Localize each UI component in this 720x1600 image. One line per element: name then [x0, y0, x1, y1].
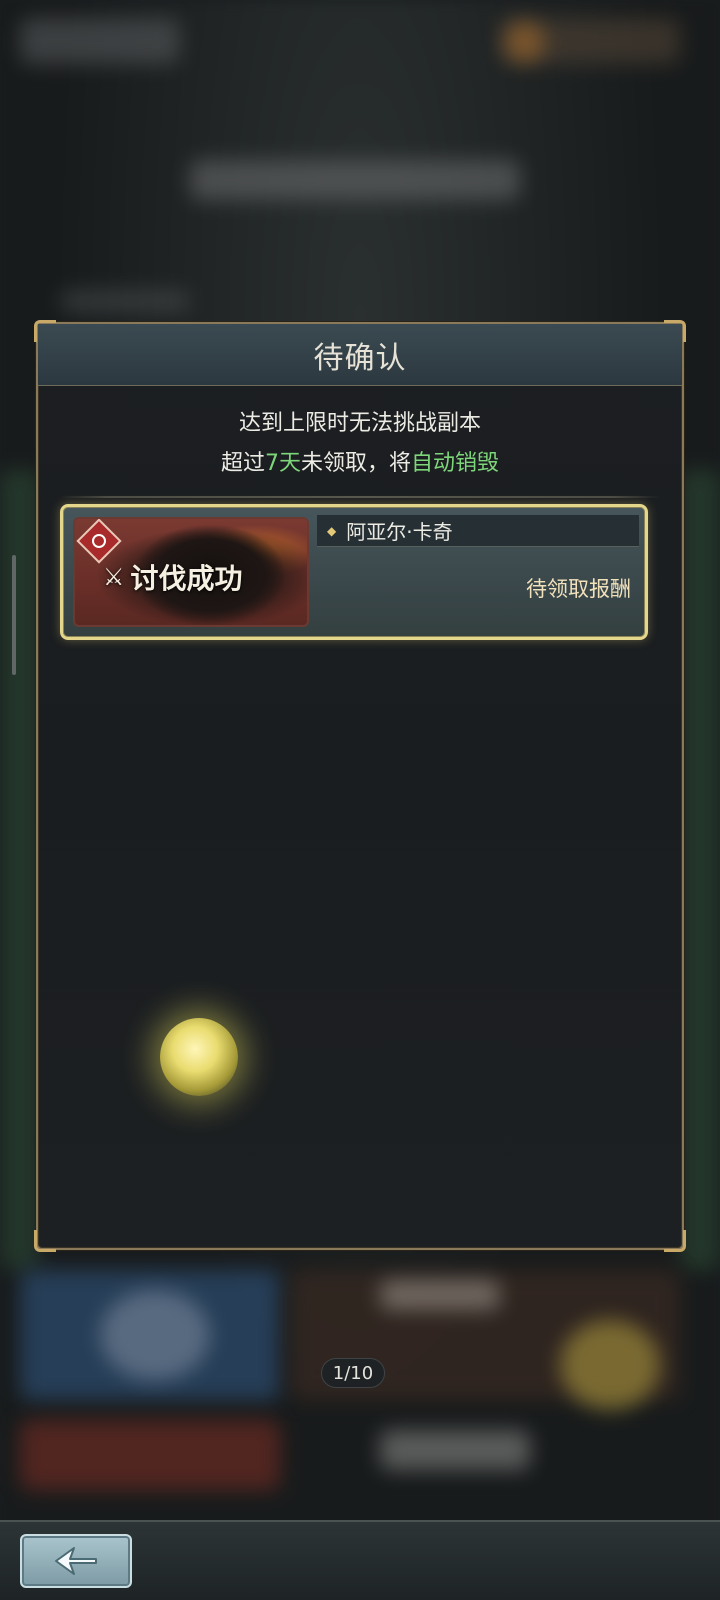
reward-status: 待领取报酬 — [526, 577, 631, 601]
boss-name-row: ◆ 阿亚尔·卡奇 — [317, 515, 639, 547]
background-blur-block — [20, 1420, 280, 1490]
background-blur-block — [100, 1290, 210, 1380]
background-blur-block — [0, 470, 40, 1270]
notice-middle: 未领取，将 — [300, 451, 411, 476]
frame-corner-ornament — [664, 1230, 686, 1252]
background-blur-block — [190, 160, 520, 200]
dialog-title: 待确认 — [313, 340, 407, 376]
frame-corner-ornament — [664, 320, 686, 342]
background-blur-block — [560, 1320, 660, 1410]
bottom-bar — [0, 1520, 720, 1600]
background-blur-block — [60, 290, 190, 312]
notice-line-2: 超过7天未领取，将自动销毁 — [38, 444, 682, 484]
scroll-indicator[interactable] — [12, 555, 16, 675]
notice-days: 7天 — [264, 451, 301, 476]
back-arrow-icon — [52, 1544, 100, 1578]
background-blur-block — [505, 22, 545, 62]
glowing-orb — [160, 1018, 238, 1096]
background-blur-block — [380, 1280, 500, 1310]
background-blur-block — [680, 470, 720, 1270]
pending-confirm-dialog: 待确认 达到上限时无法挑战副本 超过7天未领取，将自动销毁 ⚔ 讨伐成功 ◆ 阿… — [34, 320, 686, 1252]
dialog-header: 待确认 — [38, 324, 682, 386]
result-text: 讨伐成功 — [130, 562, 243, 595]
background-blur-block — [20, 18, 180, 64]
battle-record-card[interactable]: ⚔ 讨伐成功 ◆ 阿亚尔·卡奇 待领取报酬 — [60, 504, 648, 640]
fire-icon-glyph — [92, 534, 106, 548]
crossed-swords-icon: ⚔ — [103, 563, 125, 591]
notice-prefix: 超过 — [220, 451, 265, 476]
frame-corner-ornament — [34, 320, 56, 342]
divider — [60, 496, 660, 498]
boss-name: 阿亚尔·卡奇 — [346, 520, 453, 544]
background-blur-block — [380, 1430, 530, 1470]
back-button[interactable] — [20, 1534, 132, 1588]
notice-line-1: 达到上限时无法挑战副本 — [238, 411, 481, 436]
frame-corner-ornament — [34, 1230, 56, 1252]
boss-portrait: ⚔ 讨伐成功 — [73, 517, 309, 627]
diamond-icon: ◆ — [327, 523, 337, 538]
notice-text: 达到上限时无法挑战副本 超过7天未领取，将自动销毁 — [38, 404, 682, 484]
notice-action: 自动销毁 — [411, 451, 500, 476]
page-indicator: 1/10 — [321, 1358, 385, 1388]
result-label: ⚔ 讨伐成功 — [103, 557, 243, 597]
